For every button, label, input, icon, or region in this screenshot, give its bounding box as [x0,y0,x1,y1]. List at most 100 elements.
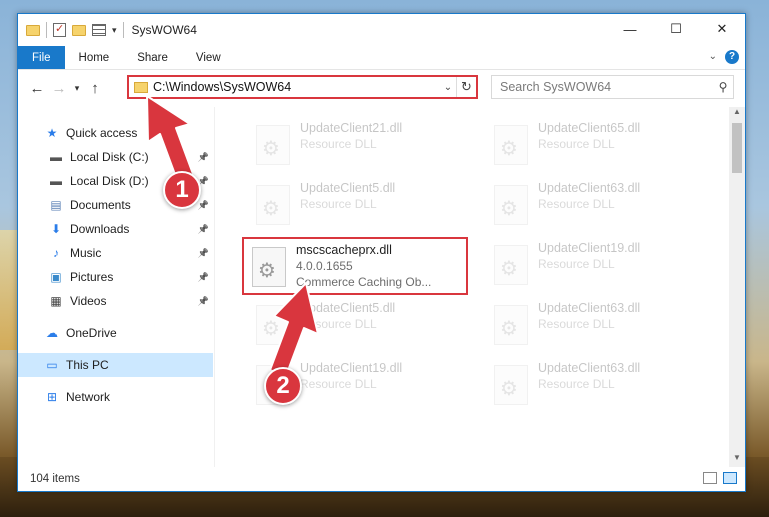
recent-locations-chevron-icon[interactable]: ▾ [70,83,84,94]
search-placeholder[interactable]: Search SysWOW64 [500,80,713,94]
highlighted-file-tile[interactable]: mscscacheprx.dll 4.0.0.1655 Commerce Cachi… [242,237,468,295]
file-description: Resource DLL [538,257,615,271]
sidebar-item-label: Videos [70,294,107,308]
search-input[interactable]: Search SysWOW64 ⚲ [491,75,734,99]
file-info: UpdateClient5.dll Resource DLL [300,297,395,353]
view-icon[interactable] [92,24,106,36]
file-name: UpdateClient19.dll [300,361,403,375]
pictures-icon: ▣ [50,270,62,284]
dll-file-icon [252,247,286,287]
file-tile[interactable]: UpdateClient5.dll Resource DLL [248,177,468,233]
minimize-button[interactable]: — [607,14,653,44]
sidebar-item-label: Documents [70,198,131,212]
window-controls: — ☐ ✕ [607,14,745,44]
tab-share[interactable]: Share [123,46,182,69]
properties-icon[interactable] [53,22,66,37]
sidebar-item[interactable]: ▣ Pictures 📌 [18,265,213,289]
file-tile[interactable]: UpdateClient65.dll Resource DLL [486,117,706,173]
pin-icon[interactable]: 📌 [198,272,209,283]
item-count: 104 items [30,473,80,485]
file-name: UpdateClient63.dll [538,361,641,375]
chevron-down-icon[interactable]: ▾ [112,25,117,36]
pin-icon[interactable]: 📌 [198,200,209,211]
network-icon: ⊞ [46,390,58,404]
pin-icon[interactable]: 📌 [198,296,209,307]
quick-access-toolbar: ▾ [26,22,124,38]
folder-icon [26,24,40,36]
ribbon-tabs: File Home Share View ⌄ ? [18,46,745,70]
back-arrow-icon[interactable]: ← [26,80,48,97]
dll-file-icon [494,245,528,285]
scroll-up-icon[interactable]: ▲ [729,107,745,121]
new-folder-icon[interactable] [72,24,86,36]
tab-view[interactable]: View [182,46,235,69]
pane-divider[interactable] [214,107,215,467]
videos-icon: ▦ [50,294,62,308]
refresh-icon[interactable]: ↻ [456,77,476,97]
sidebar-item-label: Music [70,246,102,260]
scrollbar-thumb[interactable] [732,123,742,173]
sidebar-item[interactable]: ▬ Local Disk (C:) 📌 [18,145,213,169]
file-info: UpdateClient65.dll Resource DLL [538,117,640,173]
pin-icon[interactable]: 📌 [198,152,209,163]
navigation-pane: ★ Quick access ▬ Local Disk (C:) 📌 ▬ Local Dis… [18,107,213,467]
file-tile[interactable]: UpdateClient21.dll Resource DLL [248,117,468,173]
forward-arrow-icon[interactable]: → [48,80,70,97]
scroll-down-icon[interactable]: ▼ [729,453,745,467]
tiles-view-icon[interactable] [723,472,737,484]
documents-icon: ▤ [50,198,62,212]
search-icon[interactable]: ⚲ [713,80,733,94]
file-name: UpdateClient5.dll [300,181,396,195]
file-name: UpdateClient19.dll [538,241,641,255]
file-description: Resource DLL [300,317,377,331]
sidebar-item-label: Local Disk (D:) [70,174,149,188]
chevron-down-icon[interactable]: ⌄ [440,82,456,93]
view-switcher [703,472,737,484]
file-tile[interactable]: UpdateClient63.dll Resource DLL [486,177,706,233]
file-tile[interactable]: UpdateClient5.dll Resource DLL [248,297,468,353]
details-view-icon[interactable] [703,472,717,484]
file-info: UpdateClient5.dll Resource DLL [300,177,395,233]
dll-file-icon [494,365,528,405]
pin-icon[interactable]: 📌 [198,248,209,259]
sidebar-item[interactable]: ▭ This PC [18,353,213,377]
dll-file-icon [494,125,528,165]
step-1-badge: 1 [163,171,201,209]
address-path[interactable]: C:\Windows\SysWOW64 [153,80,440,94]
sidebar-item[interactable]: ⊞ Network [18,385,213,409]
help-icon[interactable]: ? [725,50,739,64]
up-arrow-icon[interactable]: ↑ [84,80,106,97]
file-description: Resource DLL [538,137,615,151]
sidebar-item[interactable]: ☁ OneDrive [18,321,213,345]
file-info: UpdateClient19.dll Resource DLL [538,237,640,293]
file-tile[interactable]: UpdateClient19.dll Resource DLL [486,237,706,293]
tab-file[interactable]: File [18,46,65,69]
file-name: UpdateClient63.dll [538,181,641,195]
dll-file-icon [494,305,528,345]
vertical-scrollbar[interactable]: ▲ ▼ [729,107,745,467]
sidebar-item[interactable]: ★ Quick access [18,121,213,145]
tab-home[interactable]: Home [65,46,124,69]
music-icon: ♪ [53,246,59,260]
maximize-button[interactable]: ☐ [653,14,699,44]
folder-icon [134,81,148,93]
dll-file-icon [256,305,290,345]
sidebar-item-label: This PC [66,358,109,372]
chevron-down-icon[interactable]: ⌄ [709,51,717,62]
sidebar-item[interactable]: ⬇ Downloads 📌 [18,217,213,241]
pin-icon[interactable]: 📌 [198,224,209,235]
file-name: mscscacheprx.dll [296,243,392,257]
file-info: UpdateClient63.dll Resource DLL [538,297,640,353]
file-version: 4.0.0.1655 [296,259,353,273]
file-tile[interactable]: UpdateClient63.dll Resource DLL [486,297,706,353]
address-bar[interactable]: C:\Windows\SysWOW64 ⌄ ↻ [127,75,478,99]
file-tile[interactable]: UpdateClient63.dll Resource DLL [486,357,706,413]
sidebar-item-label: Network [66,390,111,404]
sidebar-item-label: Pictures [70,270,114,284]
drive-icon: ▬ [50,150,62,164]
file-explorer-window: ▾ SysWOW64 — ☐ ✕ File Home Share View ⌄ … [17,13,746,492]
file-description: Commerce Caching Ob... [296,275,432,289]
close-button[interactable]: ✕ [699,14,745,44]
sidebar-item[interactable]: ▦ Videos 📌 [18,289,213,313]
sidebar-item[interactable]: ♪ Music 📌 [18,241,213,265]
